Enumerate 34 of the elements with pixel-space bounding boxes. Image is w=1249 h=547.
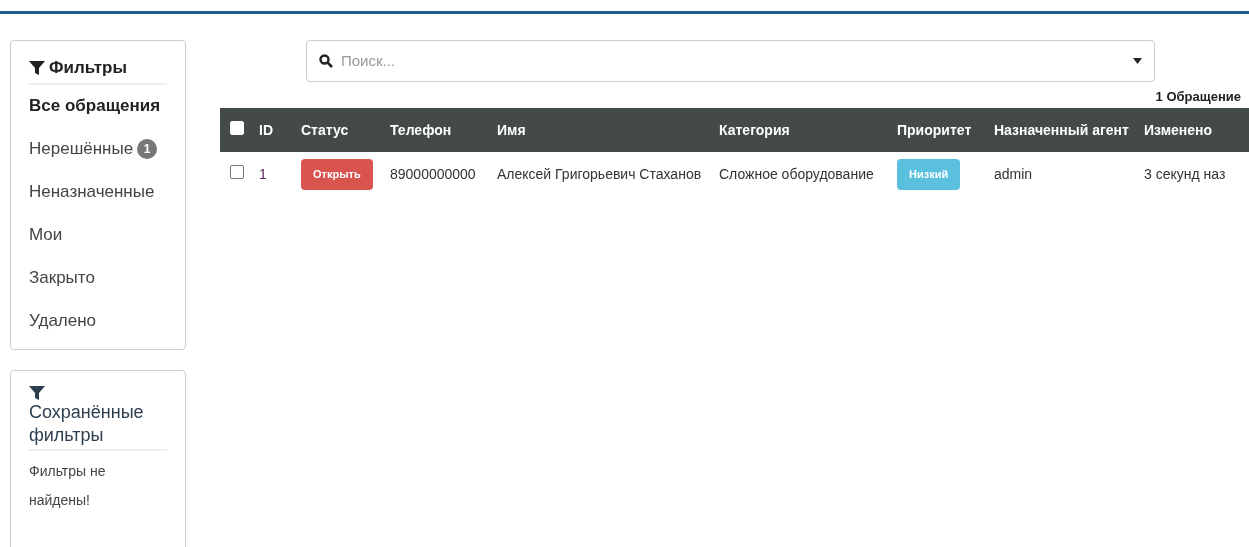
count-badge: 1 bbox=[137, 139, 158, 159]
table-cell: Сложное оборудование bbox=[719, 166, 874, 182]
nav-link[interactable]: Закрыто bbox=[29, 265, 95, 291]
table-cell: 89000000000 bbox=[390, 166, 476, 182]
column-header[interactable]: Назначенный агент bbox=[994, 121, 1129, 138]
column-header[interactable]: Статус bbox=[301, 121, 349, 138]
panel-title: Сохранённые фильтры bbox=[29, 400, 145, 447]
search-field[interactable]: Поиск... bbox=[306, 40, 1155, 82]
table-cell: admin bbox=[994, 166, 1033, 182]
column-header[interactable]: Телефон bbox=[390, 121, 452, 138]
priority-badge: Низкий bbox=[897, 159, 961, 190]
nav-link[interactable]: Неназначенные bbox=[29, 179, 155, 205]
column-header[interactable]: Имя bbox=[497, 121, 526, 138]
nav-link[interactable]: Мои bbox=[29, 222, 63, 248]
table-cell: 3 секунд наз bbox=[1144, 166, 1226, 182]
result-count: 1 Обращение bbox=[1155, 88, 1241, 106]
panel-title: Фильтры bbox=[49, 57, 127, 79]
filter-icon bbox=[29, 384, 45, 401]
table-cell: 1 bbox=[259, 166, 267, 182]
nav-link[interactable]: Удалено bbox=[29, 308, 97, 334]
filter-icon bbox=[29, 59, 45, 76]
column-header[interactable]: Изменено bbox=[1144, 121, 1213, 138]
search-icon bbox=[319, 54, 333, 68]
column-header[interactable]: Приоритет bbox=[897, 121, 972, 138]
checkbox[interactable] bbox=[230, 165, 244, 179]
nav-link[interactable]: Нерешённые bbox=[29, 136, 134, 162]
nav-link[interactable]: Все обращения bbox=[29, 93, 161, 119]
search-input[interactable]: Поиск... bbox=[341, 49, 1125, 73]
empty-message: Фильтры не найдены! bbox=[29, 461, 107, 510]
table-cell: Алексей Григорьевич Стаханов bbox=[497, 166, 702, 182]
column-header[interactable]: Категория bbox=[719, 121, 790, 138]
caret-icon bbox=[1133, 58, 1142, 64]
status-badge: Открыть bbox=[301, 159, 373, 190]
column-header[interactable]: ID bbox=[259, 121, 273, 138]
